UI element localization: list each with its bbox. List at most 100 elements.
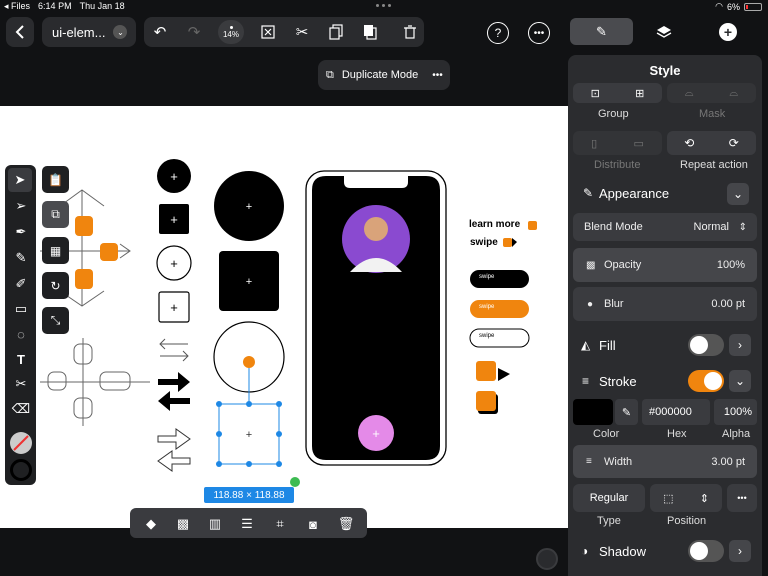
mask-icon-b[interactable]: ⌓ [729, 87, 738, 100]
battery-percent: 6% [726, 1, 740, 12]
chevron-right-icon: › [738, 338, 742, 352]
cut-icon[interactable]: ✂ [292, 22, 312, 42]
zoom-value: 14% [222, 29, 239, 39]
stroke-collapse-button[interactable]: ⌄ [729, 370, 751, 392]
blend-mode-value: Normal [693, 221, 729, 233]
zoom-indicator[interactable]: 14% [218, 20, 244, 44]
more-icon[interactable]: ••• [528, 22, 550, 44]
pen-tool-icon[interactable]: ✒ [9, 220, 33, 244]
opacity-icon[interactable]: ▩ [173, 515, 193, 533]
distribute-buttons[interactable]: ▯ ▭ [573, 131, 662, 155]
duplicate-mode-banner[interactable]: ⧉ Duplicate Mode ••• [318, 60, 450, 90]
fill-toggle[interactable] [688, 334, 724, 356]
svg-text:+: + [170, 212, 178, 227]
eyedropper-icon[interactable]: ✎ [615, 399, 638, 425]
pencil-tool-icon[interactable]: ✎ [9, 246, 33, 270]
mask-buttons[interactable]: ⌓ ⌓ [667, 83, 756, 103]
back-to-app-link[interactable]: ◂ Files [4, 1, 30, 12]
scissors-tool-icon[interactable]: ✂ [9, 372, 33, 396]
ungroup-icon[interactable]: ⊞ [635, 87, 644, 100]
chevron-left-icon [15, 25, 24, 39]
direct-select-tool-icon[interactable]: ➢ [9, 194, 33, 218]
group-icon[interactable]: ⊡ [591, 87, 600, 100]
stroke-color-swatch[interactable] [573, 399, 613, 425]
duplicate-tool-icon[interactable]: ⧉ [42, 201, 69, 228]
align-icon[interactable]: ▥ [205, 515, 225, 533]
updown-chevron-icon: ⇕ [738, 221, 747, 233]
text-tool-icon[interactable]: T [9, 347, 33, 371]
distribute-h-icon[interactable]: ▯ [591, 137, 597, 150]
orange-square-3 [75, 269, 93, 289]
checker-icon: ▩ [586, 259, 596, 271]
stroke-toggle[interactable] [688, 370, 724, 392]
appearance-heading: Appearance [599, 186, 670, 201]
copy-icon[interactable] [326, 22, 346, 42]
redo-icon[interactable]: ↷ [184, 22, 204, 42]
stroke-type-select[interactable]: Regular [573, 484, 645, 512]
replicate-tool-icon[interactable]: ▦ [42, 237, 69, 264]
trash-icon[interactable] [400, 22, 420, 42]
opacity-value: 100% [716, 259, 745, 271]
assistive-touch-button[interactable] [536, 548, 558, 570]
paste-in-place-icon[interactable]: 📋 [42, 166, 69, 193]
drop-icon: ● [587, 298, 594, 310]
brush-tool-icon[interactable]: ✐ [9, 272, 33, 296]
color-label: Color [593, 428, 620, 440]
mask-icon[interactable]: ◙ [303, 515, 323, 533]
stroke-position-select[interactable]: ⬚ ⇕ [650, 484, 722, 512]
paste-icon[interactable] [360, 22, 380, 42]
layers-tab[interactable] [653, 22, 675, 42]
blur-row[interactable]: ● Blur 0.00 pt [573, 287, 757, 321]
undo-icon[interactable]: ↶ [150, 22, 170, 42]
lasso-tool-icon[interactable]: ◌ [9, 322, 33, 346]
scale-tool-icon[interactable]: ⤡ [42, 307, 69, 334]
more-icon: ••• [737, 493, 747, 503]
back-button[interactable] [6, 17, 34, 47]
blur-value: 0.00 pt [711, 298, 745, 310]
stroke-width-row[interactable]: ≡ Width 3.00 pt [573, 445, 757, 478]
group-buttons[interactable]: ⊡ ⊞ [573, 83, 662, 103]
mask-icon-a[interactable]: ⌓ [685, 87, 694, 100]
fill-none-swatch[interactable] [10, 432, 32, 454]
distribute-v-icon[interactable]: ▭ [633, 137, 643, 150]
blur-label: Blur [604, 298, 624, 310]
rectangle-tool-icon[interactable]: ▭ [9, 297, 33, 321]
type-label: Type [597, 515, 621, 527]
fill-expand-button[interactable]: › [729, 334, 751, 356]
hex-input[interactable]: #000000 [642, 399, 710, 425]
wifi-icon: ◠ [715, 1, 723, 11]
stroke-more-button[interactable]: ••• [727, 484, 757, 512]
blend-mode-row[interactable]: Blend Mode Normal ⇕ [573, 213, 757, 241]
add-tab[interactable]: + [719, 23, 737, 41]
shadow-expand-button[interactable]: › [729, 540, 751, 562]
distribute-label: Distribute [594, 159, 641, 171]
more-options-icon[interactable]: ••• [432, 70, 443, 81]
svg-text:+: + [246, 429, 252, 441]
svg-text:+: + [372, 426, 380, 441]
arrange-icon[interactable]: ◆ [141, 515, 161, 533]
crop-icon[interactable]: ⌗ [270, 515, 290, 533]
shadow-toggle[interactable] [688, 540, 724, 562]
distribute-icon[interactable]: ☰ [237, 515, 257, 533]
deselect-icon[interactable] [258, 22, 278, 42]
chevron-down-icon: ⌄ [734, 374, 746, 388]
eraser-tool-icon[interactable]: ⌫ [9, 397, 33, 421]
select-tool-icon[interactable]: ➤ [8, 168, 32, 192]
document-title-button[interactable]: ui-elem... ⌄ [42, 17, 136, 47]
stroke-swatch[interactable] [10, 459, 32, 481]
repeat-action-buttons[interactable]: ⟲ ⟳ [667, 131, 756, 155]
canvas[interactable]: + + + + + + + + learn more swipe swipe s… [0, 106, 568, 528]
repeat-icon[interactable]: ⟲ [684, 136, 694, 150]
style-tab[interactable]: ✎ [570, 18, 633, 45]
orange-square-1 [75, 216, 93, 236]
help-icon[interactable]: ? [487, 22, 509, 44]
multitask-dots[interactable] [376, 4, 392, 8]
opacity-row[interactable]: ▩ Opacity 100% [573, 248, 757, 282]
rotate-tool-icon[interactable]: ↻ [42, 272, 69, 299]
alpha-input[interactable]: 100% [714, 399, 757, 425]
status-date: Thu Jan 18 [79, 1, 125, 11]
delete-icon[interactable]: 🗑 [336, 515, 356, 533]
repeat-transform-icon[interactable]: ⟳ [729, 136, 739, 150]
fill-bucket-icon: ◭ [581, 338, 591, 352]
appearance-collapse-button[interactable]: ⌄ [727, 183, 749, 205]
